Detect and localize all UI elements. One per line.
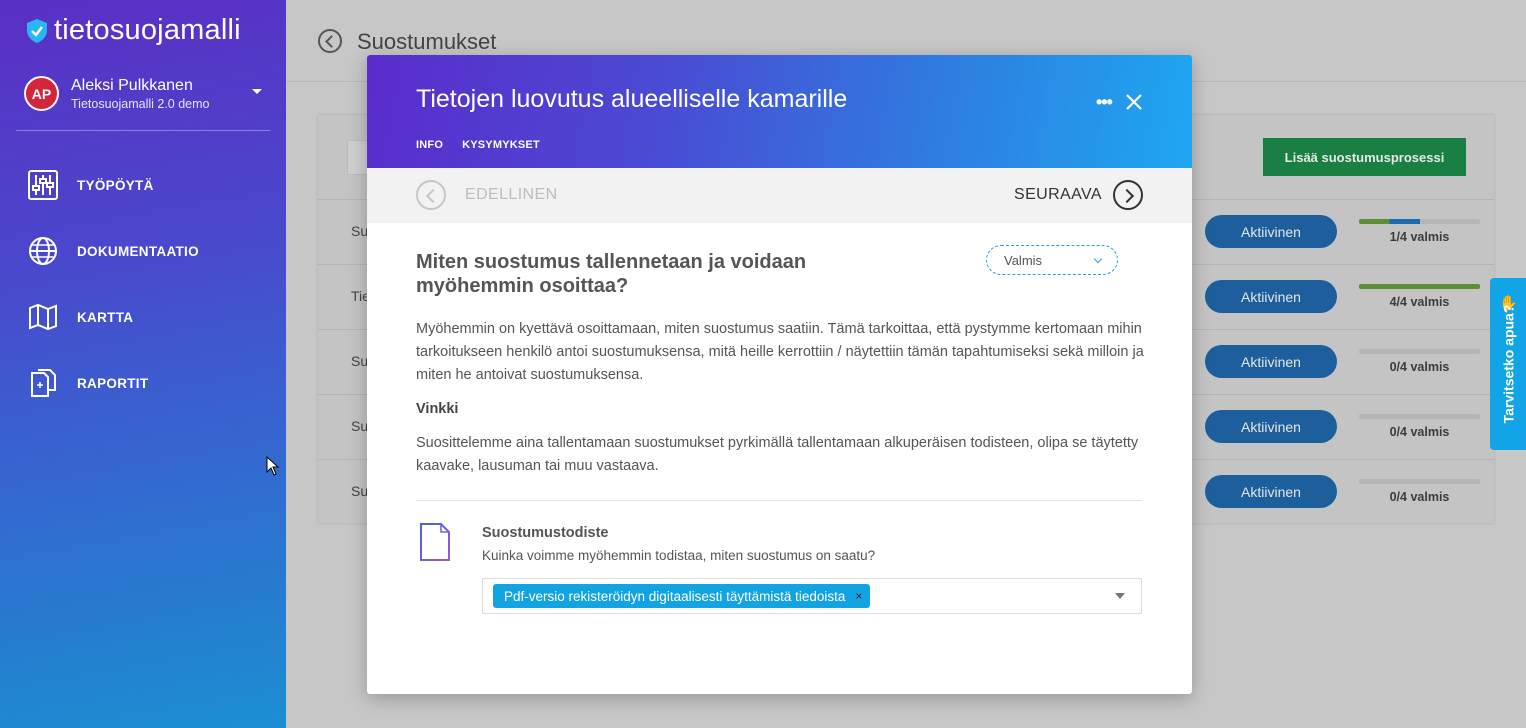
close-icon[interactable] (1125, 93, 1143, 111)
mouse-cursor-icon (266, 456, 280, 476)
help-tab[interactable]: ✋ Tarvitsetko apua? (1490, 278, 1526, 450)
divider (16, 130, 270, 131)
sidebar-item-kartta[interactable]: KARTTA (28, 284, 199, 350)
row-name: Su (351, 223, 369, 239)
sidebar: tietosuojamalli AP Aleksi Pulkkanen Tiet… (0, 0, 286, 728)
row-name: Su (351, 483, 369, 499)
shield-check-icon (27, 18, 47, 43)
sidebar-item-raportit[interactable]: RAPORTIT (28, 350, 199, 416)
modal-title: Tietojen luovutus alueelliselle kamarill… (416, 85, 848, 113)
next-button[interactable]: SEURAAVA (1014, 186, 1102, 204)
question-title: Miten suostumus tallennetaan ja voidaan … (416, 251, 807, 297)
map-icon (29, 303, 57, 331)
previous-arrow-icon[interactable] (416, 180, 446, 210)
question-modal: Tietojen luovutus alueelliselle kamarill… (367, 55, 1192, 694)
sidebar-item-dokumentaatio[interactable]: DOKUMENTAATIO (28, 218, 199, 284)
avatar: AP (24, 76, 59, 111)
progress-bar (1359, 414, 1480, 419)
tip-heading: Vinkki (416, 401, 459, 417)
caret-down-icon[interactable] (1115, 593, 1125, 599)
more-options-icon[interactable]: ••• (1096, 93, 1113, 111)
progress-text: 0/4 valmis (1389, 360, 1450, 374)
add-consent-process-button[interactable]: Lisää suostumusprosessi (1263, 138, 1466, 176)
sidebar-item-label: KARTTA (77, 309, 134, 325)
next-arrow-icon[interactable] (1113, 180, 1143, 210)
divider (416, 500, 1142, 501)
progress-text: 1/4 valmis (1389, 230, 1450, 244)
sidebar-nav: TYÖPÖYTÄ DOKUMENTAATIO KARTTA RAPORTIT (28, 152, 199, 416)
globe-icon (29, 237, 57, 265)
selected-tag: Pdf-versio rekisteröidyn digitaalisesti … (493, 584, 871, 608)
tab-kysymykset[interactable]: KYSYMYKSET (462, 139, 540, 151)
progress-text: 0/4 valmis (1389, 425, 1450, 439)
status-select-value: Valmis (1004, 252, 1043, 268)
reports-icon (31, 369, 56, 397)
back-arrow-icon[interactable] (318, 29, 342, 53)
remove-tag-icon[interactable]: × (855, 589, 862, 603)
modal-header: Tietojen luovutus alueelliselle kamarill… (367, 55, 1192, 168)
brand-name: tietosuojamalli (54, 14, 241, 46)
sidebar-item-tyopoyta[interactable]: TYÖPÖYTÄ (28, 152, 199, 218)
document-icon (420, 523, 450, 561)
evidence-title: Suostumustodiste (482, 525, 609, 541)
user-name: Aleksi Pulkkanen (71, 76, 193, 94)
status-badge[interactable]: Aktiivinen (1205, 280, 1337, 313)
page-title: Suostumukset (357, 29, 497, 54)
question-description: Myöhemmin on kyettävä osoittamaan, miten… (416, 321, 1144, 383)
progress-bar (1359, 479, 1480, 484)
sidebar-item-label: DOKUMENTAATIO (77, 243, 199, 259)
evidence-multiselect[interactable]: Pdf-versio rekisteröidyn digitaalisesti … (482, 578, 1142, 614)
progress-bar (1359, 349, 1480, 354)
tip-text: Suosittelemme aina tallentamaan suostumu… (416, 435, 1139, 474)
chevron-down-icon (1093, 254, 1103, 264)
user-organization: Tietosuojamalli 2.0 demo (71, 96, 210, 111)
sliders-icon (28, 170, 58, 200)
help-label: Tarvitsetko apua? (1500, 304, 1516, 424)
progress-bar (1359, 219, 1480, 224)
evidence-question: Kuinka voimme myöhemmin todistaa, miten … (482, 548, 876, 563)
brand-logo[interactable]: tietosuojamalli (26, 14, 241, 47)
caret-down-icon[interactable] (252, 89, 262, 94)
status-badge[interactable]: Aktiivinen (1205, 345, 1337, 378)
progress-text: 4/4 valmis (1389, 295, 1450, 309)
row-name: Su (351, 418, 369, 434)
status-select[interactable]: Valmis (986, 245, 1118, 275)
sidebar-item-label: TYÖPÖYTÄ (77, 177, 154, 193)
progress-text: 0/4 valmis (1389, 490, 1450, 504)
status-badge[interactable]: Aktiivinen (1205, 410, 1337, 443)
progress-bar (1359, 284, 1480, 289)
status-badge[interactable]: Aktiivinen (1205, 215, 1337, 248)
user-menu[interactable]: AP Aleksi Pulkkanen Tietosuojamalli 2.0 … (24, 76, 264, 111)
tag-label: Pdf-versio rekisteröidyn digitaalisesti … (504, 588, 846, 604)
previous-button[interactable]: EDELLINEN (465, 186, 558, 204)
tab-info[interactable]: INFO (416, 139, 443, 151)
question-stepper: EDELLINEN SEURAAVA (367, 168, 1192, 223)
modal-tabs: INFO KYSYMYKSET (416, 139, 540, 151)
row-name: Su (351, 353, 369, 369)
status-badge[interactable]: Aktiivinen (1205, 475, 1337, 508)
sidebar-item-label: RAPORTIT (77, 375, 149, 391)
